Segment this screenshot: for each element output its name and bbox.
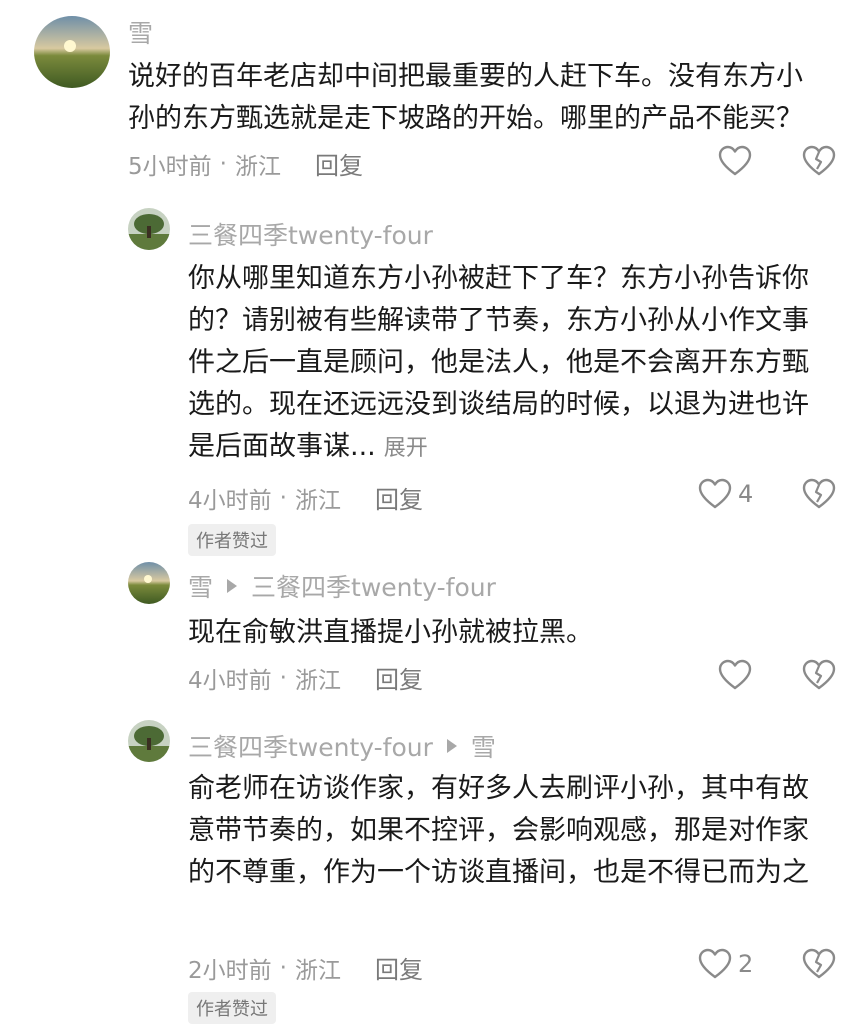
author-name[interactable]: 雪	[128, 14, 153, 50]
comment-meta: 4小时前 · 浙江 回复	[188, 660, 423, 695]
reply-button[interactable]: 回复	[315, 146, 363, 181]
comment-time: 4小时前	[188, 487, 272, 514]
comment-author-line: 雪 三餐四季twenty-four	[188, 568, 496, 604]
avatar[interactable]	[128, 720, 170, 762]
comment-time: 2小时前	[188, 957, 272, 984]
like-count: 4	[738, 480, 754, 508]
author-liked-badge: 作者赞过	[188, 524, 276, 556]
comment-author[interactable]: 雪	[128, 14, 153, 50]
reply-to-name[interactable]: 雪	[471, 728, 496, 764]
comment-time: 5小时前	[128, 153, 212, 180]
like-button[interactable]: 2	[698, 948, 753, 980]
reply-button[interactable]: 回复	[375, 660, 423, 695]
comment-text: 说好的百年老店却中间把最重要的人赶下车。没有东方小孙的东方甄选就是走下坡路的开始…	[128, 61, 803, 134]
avatar-sunset-image	[128, 562, 170, 604]
author-name[interactable]: 三餐四季twenty-four	[188, 216, 433, 252]
broken-heart-icon	[802, 478, 836, 509]
heart-outline-icon	[698, 478, 732, 509]
broken-heart-icon	[802, 659, 836, 690]
comment-meta: 4小时前 · 浙江 回复	[188, 480, 423, 515]
reply-button[interactable]: 回复	[375, 950, 423, 985]
avatar[interactable]	[128, 208, 170, 250]
expand-button[interactable]: 展开	[384, 436, 428, 461]
avatar-sunset-image	[34, 16, 110, 88]
dislike-button[interactable]	[802, 659, 836, 695]
comment-text: 俞老师在访谈作家，有好多人去刷评小孙，其中有故意带节奏的，如果不控评，会影响观感…	[188, 773, 809, 888]
broken-heart-icon	[802, 948, 836, 979]
dislike-button[interactable]	[802, 145, 836, 181]
reply-to-name[interactable]: 三餐四季twenty-four	[251, 568, 496, 604]
comment-time: 4小时前	[188, 667, 272, 694]
heart-outline-icon	[718, 145, 752, 176]
dislike-button[interactable]	[802, 478, 836, 514]
author-liked-badge: 作者赞过	[188, 992, 276, 1024]
comment-location: 浙江	[294, 957, 341, 984]
broken-heart-icon	[802, 145, 836, 176]
avatar-tree-image	[128, 208, 170, 250]
comment-author-line: 三餐四季twenty-four 雪	[188, 728, 496, 764]
dislike-button[interactable]	[802, 948, 836, 984]
like-button[interactable]	[718, 659, 752, 691]
meta-separator: ·	[219, 150, 227, 177]
comment-text: 现在俞敏洪直播提小孙就被拉黑。	[188, 617, 593, 648]
avatar[interactable]	[34, 16, 110, 88]
comment-meta: 5小时前 · 浙江 回复	[128, 146, 363, 181]
comment-meta: 2小时前 · 浙江 回复	[188, 950, 423, 985]
meta-separator: ·	[279, 664, 287, 691]
reply-arrow-icon	[446, 739, 457, 753]
author-name[interactable]: 雪	[188, 568, 213, 604]
like-count: 2	[738, 950, 754, 978]
reply-arrow-icon	[227, 579, 238, 593]
comment-location: 浙江	[234, 153, 281, 180]
meta-separator: ·	[279, 484, 287, 511]
heart-outline-icon	[718, 659, 752, 690]
comment-location: 浙江	[294, 487, 341, 514]
avatar-tree-image	[128, 720, 170, 762]
author-name[interactable]: 三餐四季twenty-four	[188, 728, 433, 764]
comment-location: 浙江	[294, 667, 341, 694]
comment-author[interactable]: 三餐四季twenty-four	[188, 216, 433, 252]
comment-body: 你从哪里知道东方小孙被赶下了车？东方小孙告诉你的？请别被有些解读带了节奏，东方小…	[188, 263, 809, 462]
meta-separator: ·	[279, 954, 287, 981]
like-button[interactable]: 4	[698, 478, 753, 510]
like-button[interactable]	[718, 145, 752, 177]
reply-button[interactable]: 回复	[375, 480, 423, 515]
comment-text: 你从哪里知道东方小孙被赶下了车？东方小孙告诉你的？请别被有些解读带了节奏，东方小…	[188, 258, 828, 470]
avatar[interactable]	[128, 562, 170, 604]
heart-outline-icon	[698, 948, 732, 979]
